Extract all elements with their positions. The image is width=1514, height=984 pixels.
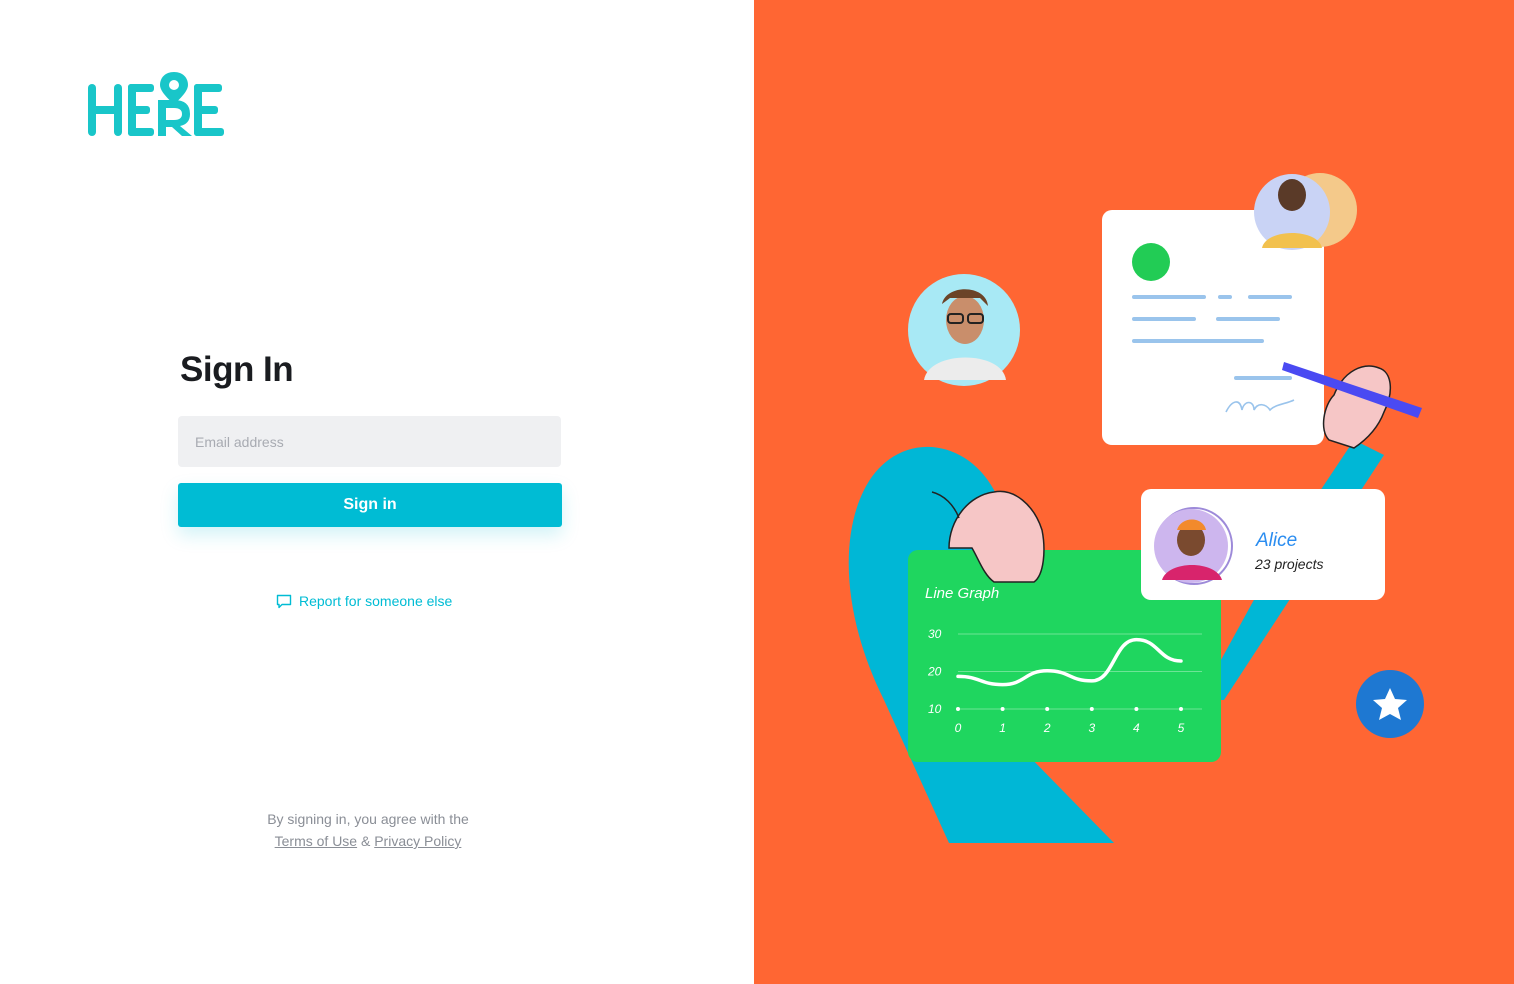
illustration-panel: Line Graph 10 20 30 0 1 2 3 4 5 Alice 23 project… [754, 0, 1514, 984]
y-tick-label: 10 [928, 702, 942, 716]
terms-of-use-link[interactable]: Terms of Use [275, 833, 357, 849]
x-tick-label: 5 [1178, 721, 1185, 735]
x-tick-label: 2 [1043, 721, 1051, 735]
legal-notice: By signing in, you agree with the Terms … [178, 808, 558, 852]
message-icon [276, 594, 292, 608]
x-tick-label: 3 [1088, 721, 1095, 735]
here-logo [88, 72, 224, 136]
x-tick-mark [1179, 707, 1183, 711]
x-tick-label: 4 [1133, 721, 1140, 735]
page-title: Sign In [180, 350, 294, 389]
privacy-policy-link[interactable]: Privacy Policy [374, 833, 461, 849]
chart-title: Line Graph [925, 585, 999, 602]
y-tick-label: 30 [928, 627, 942, 641]
sign-in-panel: Sign In Sign in Report for someone else … [0, 0, 754, 984]
sign-in-button[interactable]: Sign in [178, 483, 562, 527]
profile-name: Alice [1255, 530, 1297, 551]
x-tick-mark [1000, 707, 1005, 711]
legal-prefix: By signing in, you agree with the [267, 811, 469, 827]
email-field[interactable] [178, 416, 561, 467]
document-status-dot [1132, 243, 1170, 281]
x-tick-mark [1089, 707, 1094, 711]
report-link-label: Report for someone else [299, 593, 453, 609]
right-hand [1322, 365, 1391, 449]
report-for-someone-else-link[interactable]: Report for someone else [276, 593, 452, 609]
legal-amp: & [360, 833, 371, 849]
x-tick-mark [1045, 707, 1050, 711]
y-tick-label: 20 [927, 665, 942, 679]
collaboration-illustration: Line Graph 10 20 30 0 1 2 3 4 5 Alice 23 project… [848, 173, 1424, 843]
x-tick-mark [956, 707, 960, 711]
profile-subtitle: 23 projects [1254, 556, 1323, 572]
x-tick-mark [1134, 707, 1139, 711]
x-tick-label: 0 [955, 721, 962, 735]
x-tick-label: 1 [999, 721, 1006, 735]
